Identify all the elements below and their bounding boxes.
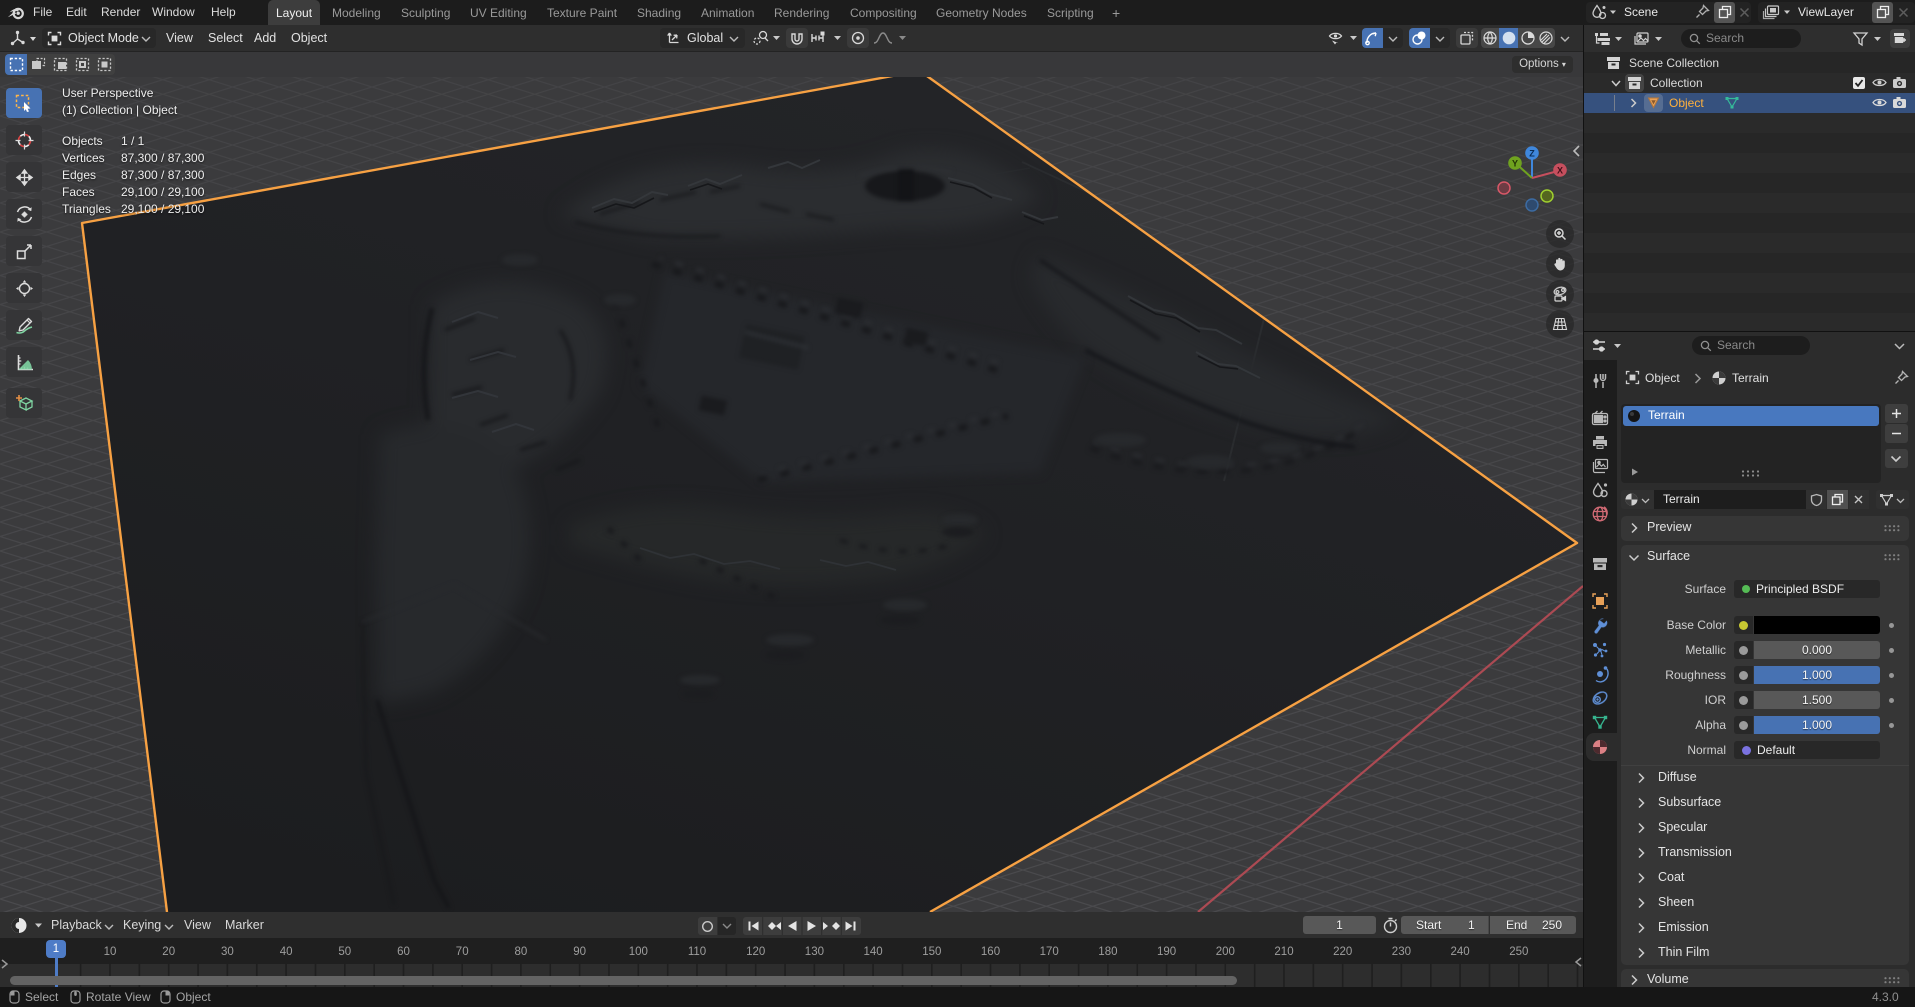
svg-text:250: 250 bbox=[1509, 946, 1528, 958]
svg-text:Z: Z bbox=[1529, 148, 1535, 158]
svg-text:140: 140 bbox=[864, 946, 883, 958]
svg-text:190: 190 bbox=[1157, 946, 1176, 958]
svg-text:40: 40 bbox=[280, 946, 293, 958]
svg-text:Y: Y bbox=[1512, 158, 1518, 168]
svg-text:130: 130 bbox=[805, 946, 824, 958]
svg-text:20: 20 bbox=[162, 946, 175, 958]
svg-text:110: 110 bbox=[688, 946, 706, 958]
svg-text:90: 90 bbox=[573, 946, 586, 958]
svg-text:60: 60 bbox=[397, 946, 410, 958]
svg-text:230: 230 bbox=[1392, 946, 1411, 958]
svg-text:200: 200 bbox=[1216, 946, 1235, 958]
svg-text:170: 170 bbox=[1040, 946, 1059, 958]
svg-text:80: 80 bbox=[515, 946, 528, 958]
svg-text:210: 210 bbox=[1274, 946, 1293, 958]
svg-text:240: 240 bbox=[1451, 946, 1470, 958]
svg-text:50: 50 bbox=[338, 946, 351, 958]
svg-text:220: 220 bbox=[1333, 946, 1352, 958]
svg-text:30: 30 bbox=[221, 946, 234, 958]
svg-text:100: 100 bbox=[629, 946, 648, 958]
svg-text:120: 120 bbox=[746, 946, 765, 958]
svg-text:150: 150 bbox=[922, 946, 941, 958]
svg-text:160: 160 bbox=[981, 946, 1000, 958]
svg-text:70: 70 bbox=[456, 946, 469, 958]
svg-text:X: X bbox=[1557, 165, 1563, 175]
svg-text:180: 180 bbox=[1098, 946, 1117, 958]
svg-text:10: 10 bbox=[104, 946, 117, 958]
